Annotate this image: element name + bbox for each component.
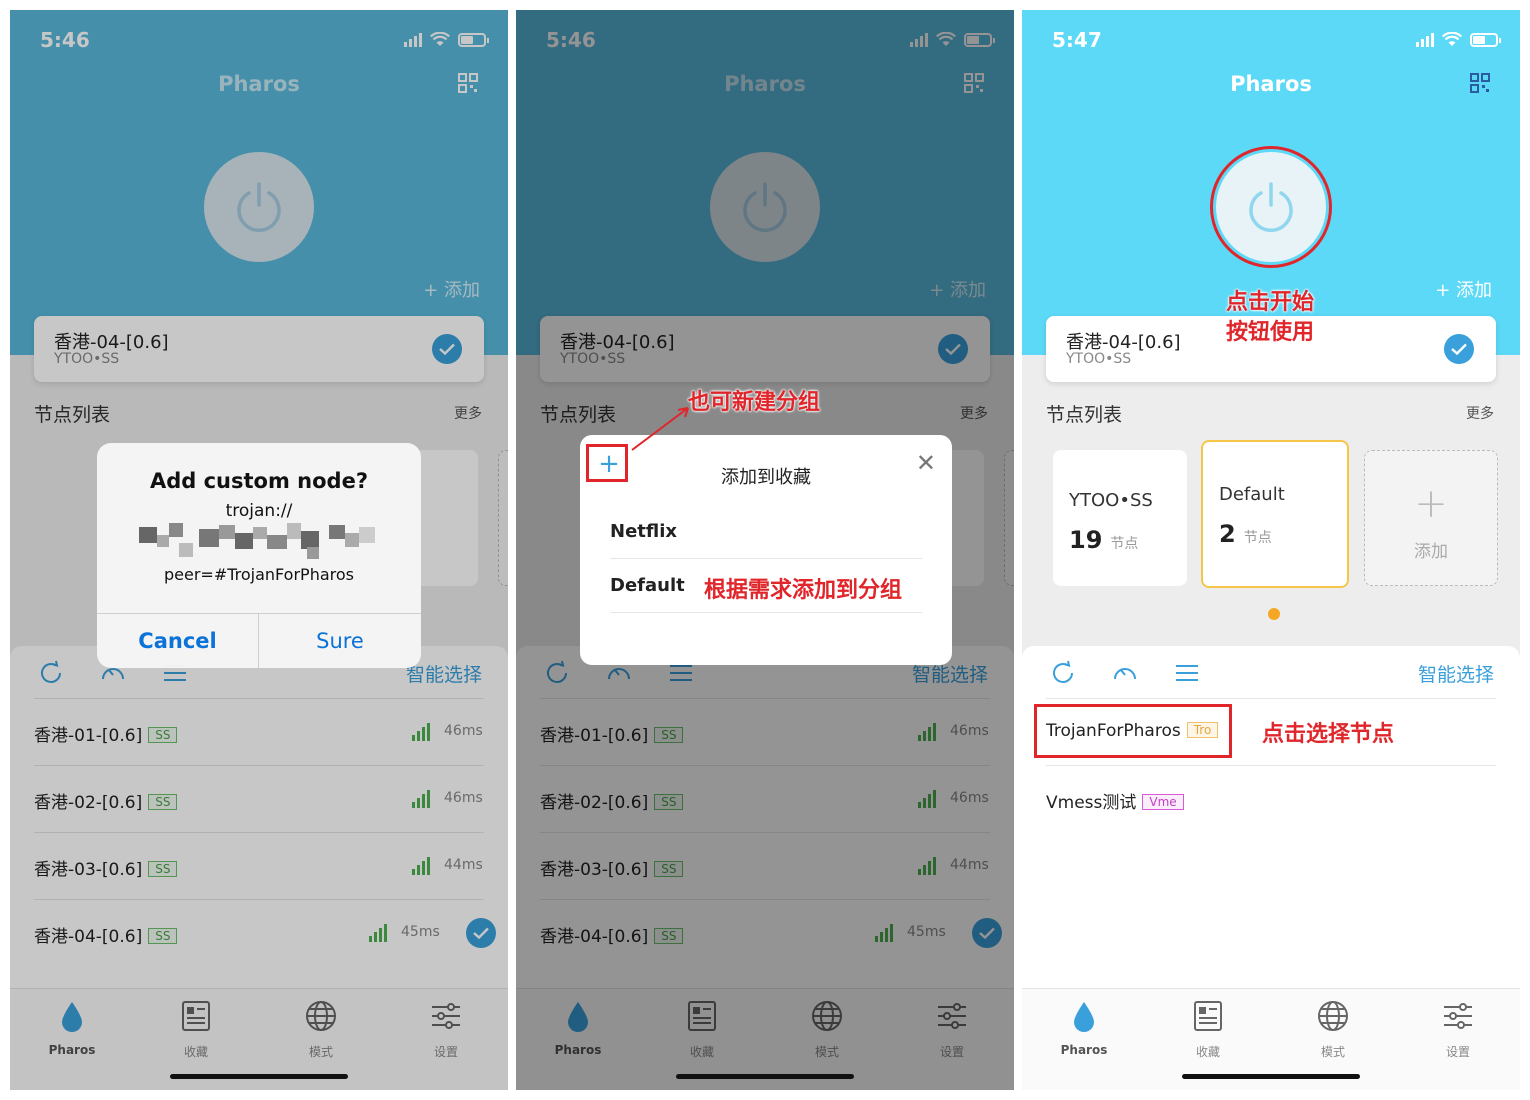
sure-button[interactable]: Sure xyxy=(259,614,421,668)
group-name: Default xyxy=(1219,484,1285,505)
pixelated-redaction xyxy=(139,523,375,559)
group-node-unit: 节点 xyxy=(1110,536,1139,552)
highlight-box xyxy=(1034,704,1232,758)
group-node-count: 2 xyxy=(1219,520,1236,548)
phone-screen-2: 5:46 Pharos + 添加 香港-04-[0.6] YTOO•SS 节点列… xyxy=(516,10,1014,1090)
phone-screen-3: 5:47 Pharos + 添加 香港-04-[0.6] YTOO•SS 点击开… xyxy=(1022,10,1520,1090)
checkmark-icon xyxy=(1444,334,1474,364)
node-name: Vmess测试 xyxy=(1046,793,1137,813)
app-title: Pharos xyxy=(1230,72,1312,96)
tab-settings[interactable]: 设置 xyxy=(1418,999,1498,1060)
dialog-title: 添加到收藏 xyxy=(721,467,811,488)
settings-sliders-icon xyxy=(1444,1003,1472,1029)
group-name: YTOO•SS xyxy=(1069,490,1153,511)
document-icon xyxy=(1194,1001,1222,1031)
tab-favorites[interactable]: 收藏 xyxy=(1168,999,1248,1060)
sort-list-icon[interactable] xyxy=(1172,658,1202,688)
add-node-alert: Add custom node? trojan:// peer=#TrojanF… xyxy=(97,443,421,668)
home-indicator xyxy=(1182,1074,1360,1079)
smart-select-button[interactable]: 智能选择 xyxy=(1418,660,1494,687)
cancel-button[interactable]: Cancel xyxy=(97,614,259,668)
add-to-favorites-dialog: + 添加到收藏 ✕ Netflix Default xyxy=(580,435,952,665)
qr-code-icon[interactable] xyxy=(1470,73,1490,93)
current-node-provider: YTOO•SS xyxy=(1066,351,1132,367)
alert-actions: Cancel Sure xyxy=(97,613,421,668)
water-drop-icon xyxy=(1074,1002,1094,1032)
node-list: 智能选择 TrojanForPharos Tro Vmess测试 Vme xyxy=(1022,646,1520,996)
annotation-start-line2: 按钮使用 xyxy=(1226,320,1315,345)
annotation-new-group: 也可新建分组 xyxy=(688,390,821,415)
group-card-selected[interactable]: Default 2 节点 xyxy=(1201,440,1349,588)
group-node-unit: 节点 xyxy=(1243,530,1272,546)
add-group-card[interactable]: + 添加 xyxy=(1364,450,1498,586)
more-link[interactable]: 更多 xyxy=(1466,403,1494,423)
phone-screen-1: 5:46 Pharos + 添加 香港-04-[0.6] YTOO•SS 节点列… xyxy=(10,10,508,1090)
home-indicator xyxy=(676,1074,854,1079)
status-time: 5:47 xyxy=(1052,28,1102,52)
tab-mode[interactable]: 模式 xyxy=(1293,999,1373,1060)
node-toolbar: 智能选择 xyxy=(1022,646,1520,698)
highlight-circle xyxy=(1210,146,1332,268)
tab-label: Pharos xyxy=(1060,1043,1108,1057)
refresh-icon[interactable] xyxy=(1048,658,1078,688)
alert-title: Add custom node? xyxy=(149,469,369,493)
battery-icon xyxy=(1470,32,1501,47)
highlight-box xyxy=(586,444,628,482)
node-row[interactable]: Vmess测试 Vme xyxy=(1046,765,1496,832)
group-option-netflix[interactable]: Netflix xyxy=(610,505,922,559)
home-indicator xyxy=(170,1074,348,1079)
annotation-select-node: 点击选择节点 xyxy=(1262,722,1395,747)
page-indicator-dot xyxy=(1268,608,1280,620)
tab-label: 设置 xyxy=(1445,1045,1470,1059)
group-cards: YTOO•SS 19 节点 Default 2 节点 + 添加 xyxy=(1022,440,1520,600)
annotation-add-to-group: 根据需求添加到分组 xyxy=(704,578,903,603)
wifi-icon xyxy=(1442,32,1462,46)
close-icon[interactable]: ✕ xyxy=(916,449,936,477)
group-card[interactable]: YTOO•SS 19 节点 xyxy=(1053,450,1187,586)
tab-pharos[interactable]: Pharos xyxy=(1044,999,1124,1057)
alert-message-line2: peer=#TrojanForPharos xyxy=(163,565,354,584)
cellular-icon xyxy=(1416,32,1434,47)
protocol-tag: Vme xyxy=(1142,794,1184,810)
globe-icon xyxy=(1318,1001,1348,1031)
speed-test-icon[interactable] xyxy=(1110,658,1140,688)
add-group-label: 添加 xyxy=(1414,542,1448,562)
tab-label: 收藏 xyxy=(1195,1045,1220,1059)
alert-message-line1: trojan:// xyxy=(225,501,293,521)
status-icons xyxy=(1416,32,1501,47)
annotation-start-line1: 点击开始 xyxy=(1226,290,1315,315)
group-node-count: 19 xyxy=(1069,526,1103,554)
tab-label: 模式 xyxy=(1320,1045,1345,1059)
plus-icon: + xyxy=(1414,481,1448,527)
node-list-title: 节点列表 xyxy=(1046,404,1123,426)
add-node-link[interactable]: + 添加 xyxy=(1435,276,1492,302)
